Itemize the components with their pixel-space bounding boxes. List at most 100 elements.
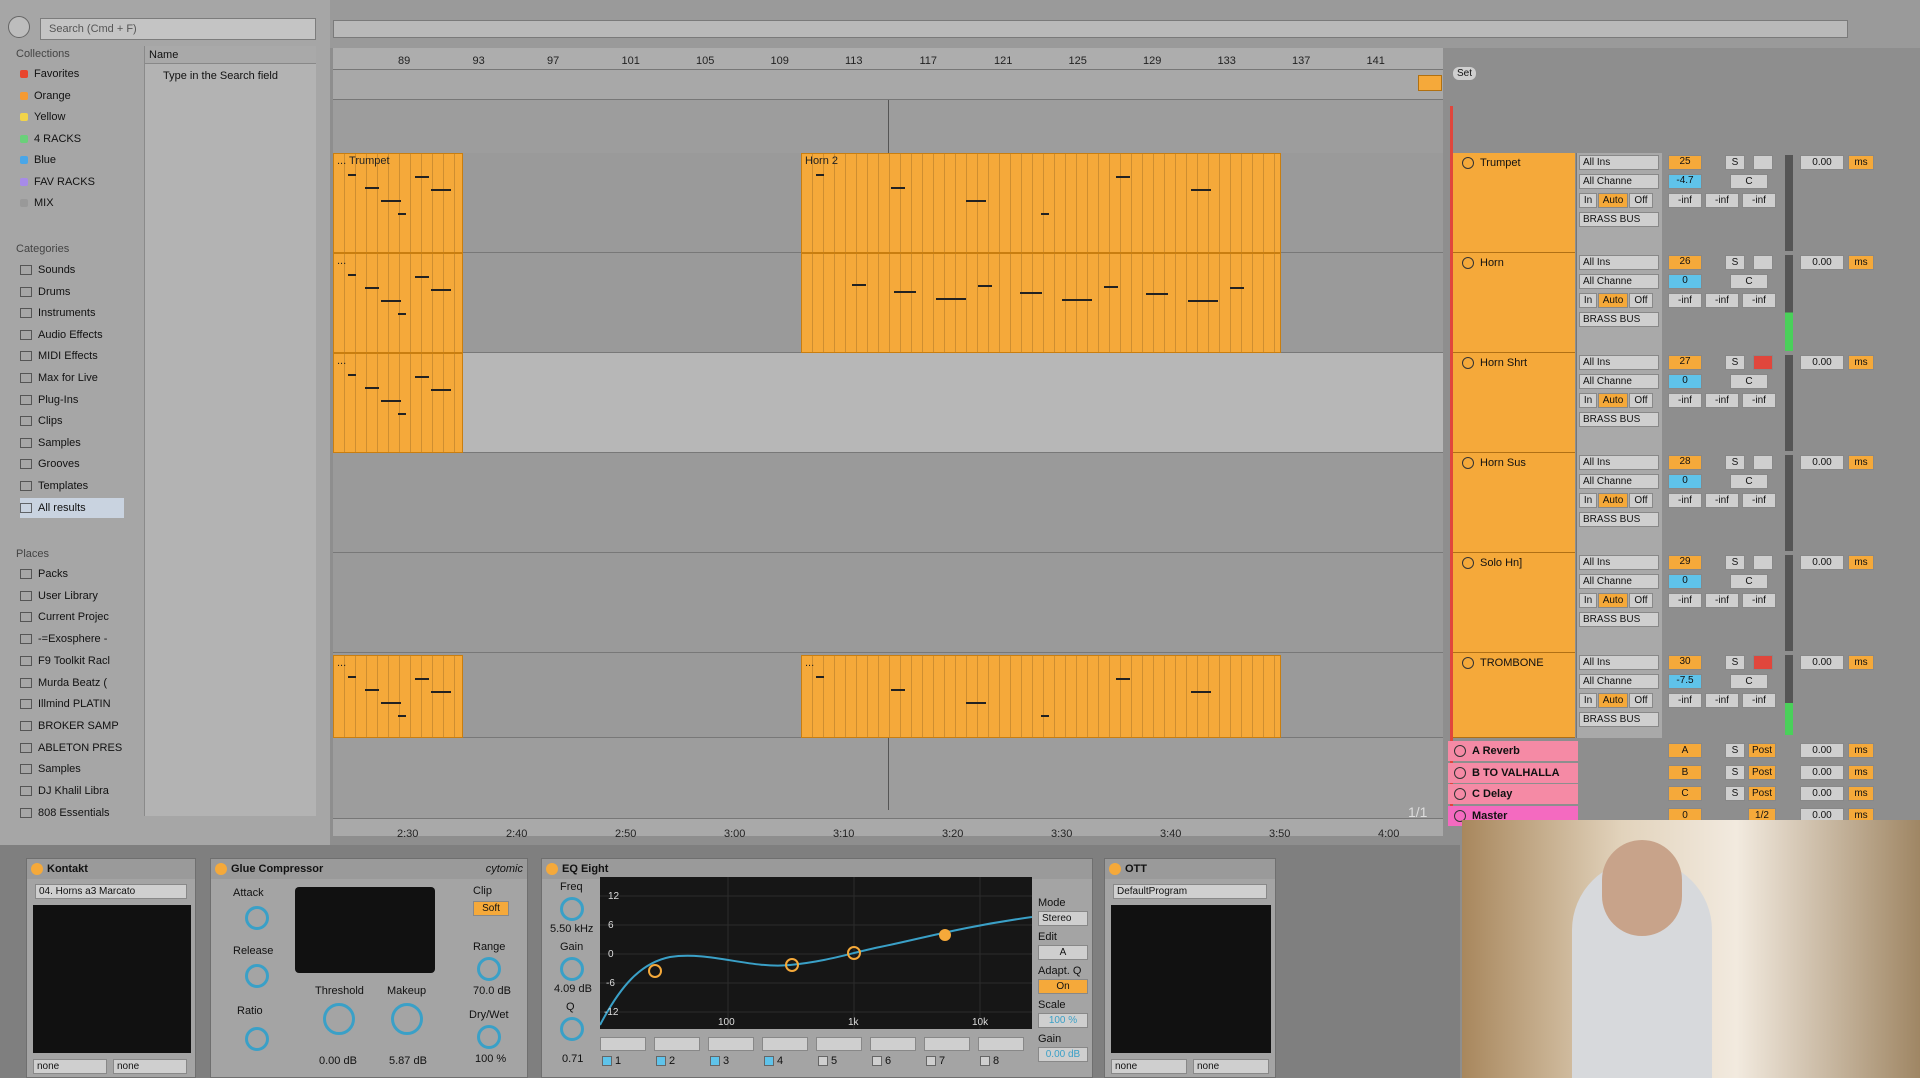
band-toggle[interactable]: 3 [710,1055,729,1067]
track-delay-value[interactable]: 0.00 [1800,655,1844,670]
delay-unit[interactable]: ms [1848,155,1874,170]
fold-icon[interactable] [1462,257,1474,269]
return-track[interactable]: B TO VALHALLA [1448,762,1578,783]
ott-none-2[interactable]: none [1193,1059,1269,1074]
play-icon[interactable] [1454,766,1466,779]
category-item[interactable]: Samples [20,433,124,453]
band-toggle[interactable]: 5 [818,1055,837,1067]
browser-toggle-icon[interactable] [8,16,30,38]
ott-header[interactable]: OTT [1105,859,1275,879]
solo-button[interactable]: S [1725,155,1745,170]
track-lane[interactable] [333,353,1443,453]
pan-value[interactable]: C [1730,274,1768,289]
midi-clip[interactable]: ... [801,655,1281,738]
glue-header[interactable]: Glue Compressor cytomic [211,859,527,879]
pan-value[interactable]: C [1730,474,1768,489]
track-name[interactable]: Trumpet [1462,157,1576,169]
power-icon[interactable] [31,863,43,875]
solo-button[interactable]: S [1725,455,1745,470]
collection-item[interactable]: Favorites [20,64,132,84]
place-item[interactable]: Current Projec [20,607,128,627]
return-delay-unit[interactable]: ms [1848,764,1874,780]
band-checkbox[interactable] [710,1056,720,1066]
band-toggle[interactable]: 2 [656,1055,675,1067]
pan-value[interactable]: C [1730,374,1768,389]
return-delay[interactable]: 0.00 [1800,743,1844,758]
volume-value[interactable]: 0 [1668,574,1702,589]
volume-value[interactable]: -4.7 [1668,174,1702,189]
monitor-auto[interactable]: Auto [1598,593,1628,608]
category-item[interactable]: MIDI Effects [20,346,124,366]
filter-type-select[interactable] [924,1037,970,1051]
monitor-in[interactable]: In [1579,593,1597,608]
eq-eight-device[interactable]: EQ Eight Freq 5.50 kHz Gain 4.09 dB Q 0.… [541,858,1093,1078]
arm-button[interactable] [1753,655,1773,670]
collection-item[interactable]: 4 RACKS [20,129,132,149]
threshold-knob[interactable] [323,1003,355,1035]
filter-type-select[interactable] [654,1037,700,1051]
track-delay-value[interactable]: 0.00 [1800,355,1844,370]
delay-unit[interactable]: ms [1848,655,1874,670]
arm-button[interactable] [1753,155,1773,170]
mode-select[interactable]: Stereo [1038,911,1088,926]
collection-item[interactable]: MIX [20,193,132,213]
track-delay-value[interactable]: 0.00 [1800,255,1844,270]
place-item[interactable]: BROKER SAMP [20,716,128,736]
eq-header[interactable]: EQ Eight [542,859,1092,879]
return-delay-unit[interactable]: ms [1848,743,1874,758]
range-knob[interactable] [477,957,501,981]
monitor-auto[interactable]: Auto [1598,293,1628,308]
track-number[interactable]: 26 [1668,255,1702,270]
fold-icon[interactable] [1462,457,1474,469]
return-post[interactable]: Post [1748,764,1776,780]
band-checkbox[interactable] [764,1056,774,1066]
return-letter[interactable]: B [1668,764,1702,780]
track-name[interactable]: Horn Sus [1462,457,1576,469]
play-icon[interactable] [1454,745,1466,757]
ratio-knob[interactable] [245,1027,269,1051]
return-solo[interactable]: S [1725,764,1745,780]
return-letter[interactable]: A [1668,743,1702,758]
input-type-select[interactable]: All Ins [1579,355,1659,370]
pan-value[interactable]: C [1730,174,1768,189]
input-channel-select[interactable]: All Channe [1579,274,1659,289]
band-toggle[interactable]: 1 [602,1055,621,1067]
search-input[interactable]: Search (Cmd + F) [40,18,316,40]
monitor-off[interactable]: Off [1629,393,1653,408]
set-label[interactable]: Set [1453,67,1477,80]
midi-clip[interactable]: Horn 2 [801,153,1281,253]
category-item[interactable]: Audio Effects [20,325,124,345]
return-track[interactable]: A Reverb [1448,741,1578,761]
volume-value[interactable]: 0 [1668,274,1702,289]
solo-button[interactable]: S [1725,655,1745,670]
track-number[interactable]: 28 [1668,455,1702,470]
midi-clip[interactable] [801,253,1281,353]
track-delay-value[interactable]: 0.00 [1800,155,1844,170]
solo-button[interactable]: S [1725,555,1745,570]
q-knob[interactable] [560,1017,584,1041]
output-select[interactable]: BRASS BUS [1579,512,1659,527]
category-item[interactable]: Drums [20,282,124,302]
power-icon[interactable] [546,863,558,875]
return-letter[interactable]: C [1668,786,1702,801]
collection-item[interactable]: FAV RACKS [20,172,132,192]
return-solo[interactable]: S [1725,786,1745,801]
volume-value[interactable]: 0 [1668,374,1702,389]
place-item[interactable]: DJ Khalil Libra [20,781,128,801]
band-checkbox[interactable] [980,1056,990,1066]
place-item[interactable]: 808 Essentials [20,803,128,823]
band-toggle[interactable]: 7 [926,1055,945,1067]
track-number[interactable]: 27 [1668,355,1702,370]
fold-icon[interactable] [1462,657,1474,669]
track-name[interactable]: TROMBONE [1462,657,1576,669]
band-toggle[interactable]: 4 [764,1055,783,1067]
arm-button[interactable] [1753,355,1773,370]
output-select[interactable]: BRASS BUS [1579,412,1659,427]
category-item[interactable]: Plug-Ins [20,390,124,410]
kontakt-header[interactable]: Kontakt [27,859,195,879]
monitor-auto[interactable]: Auto [1598,393,1628,408]
midi-clip[interactable]: ... Trumpet [333,153,463,253]
category-item[interactable]: All results [20,497,124,518]
fold-icon[interactable] [1462,557,1474,569]
soft-clip-toggle[interactable]: Soft [473,901,509,916]
